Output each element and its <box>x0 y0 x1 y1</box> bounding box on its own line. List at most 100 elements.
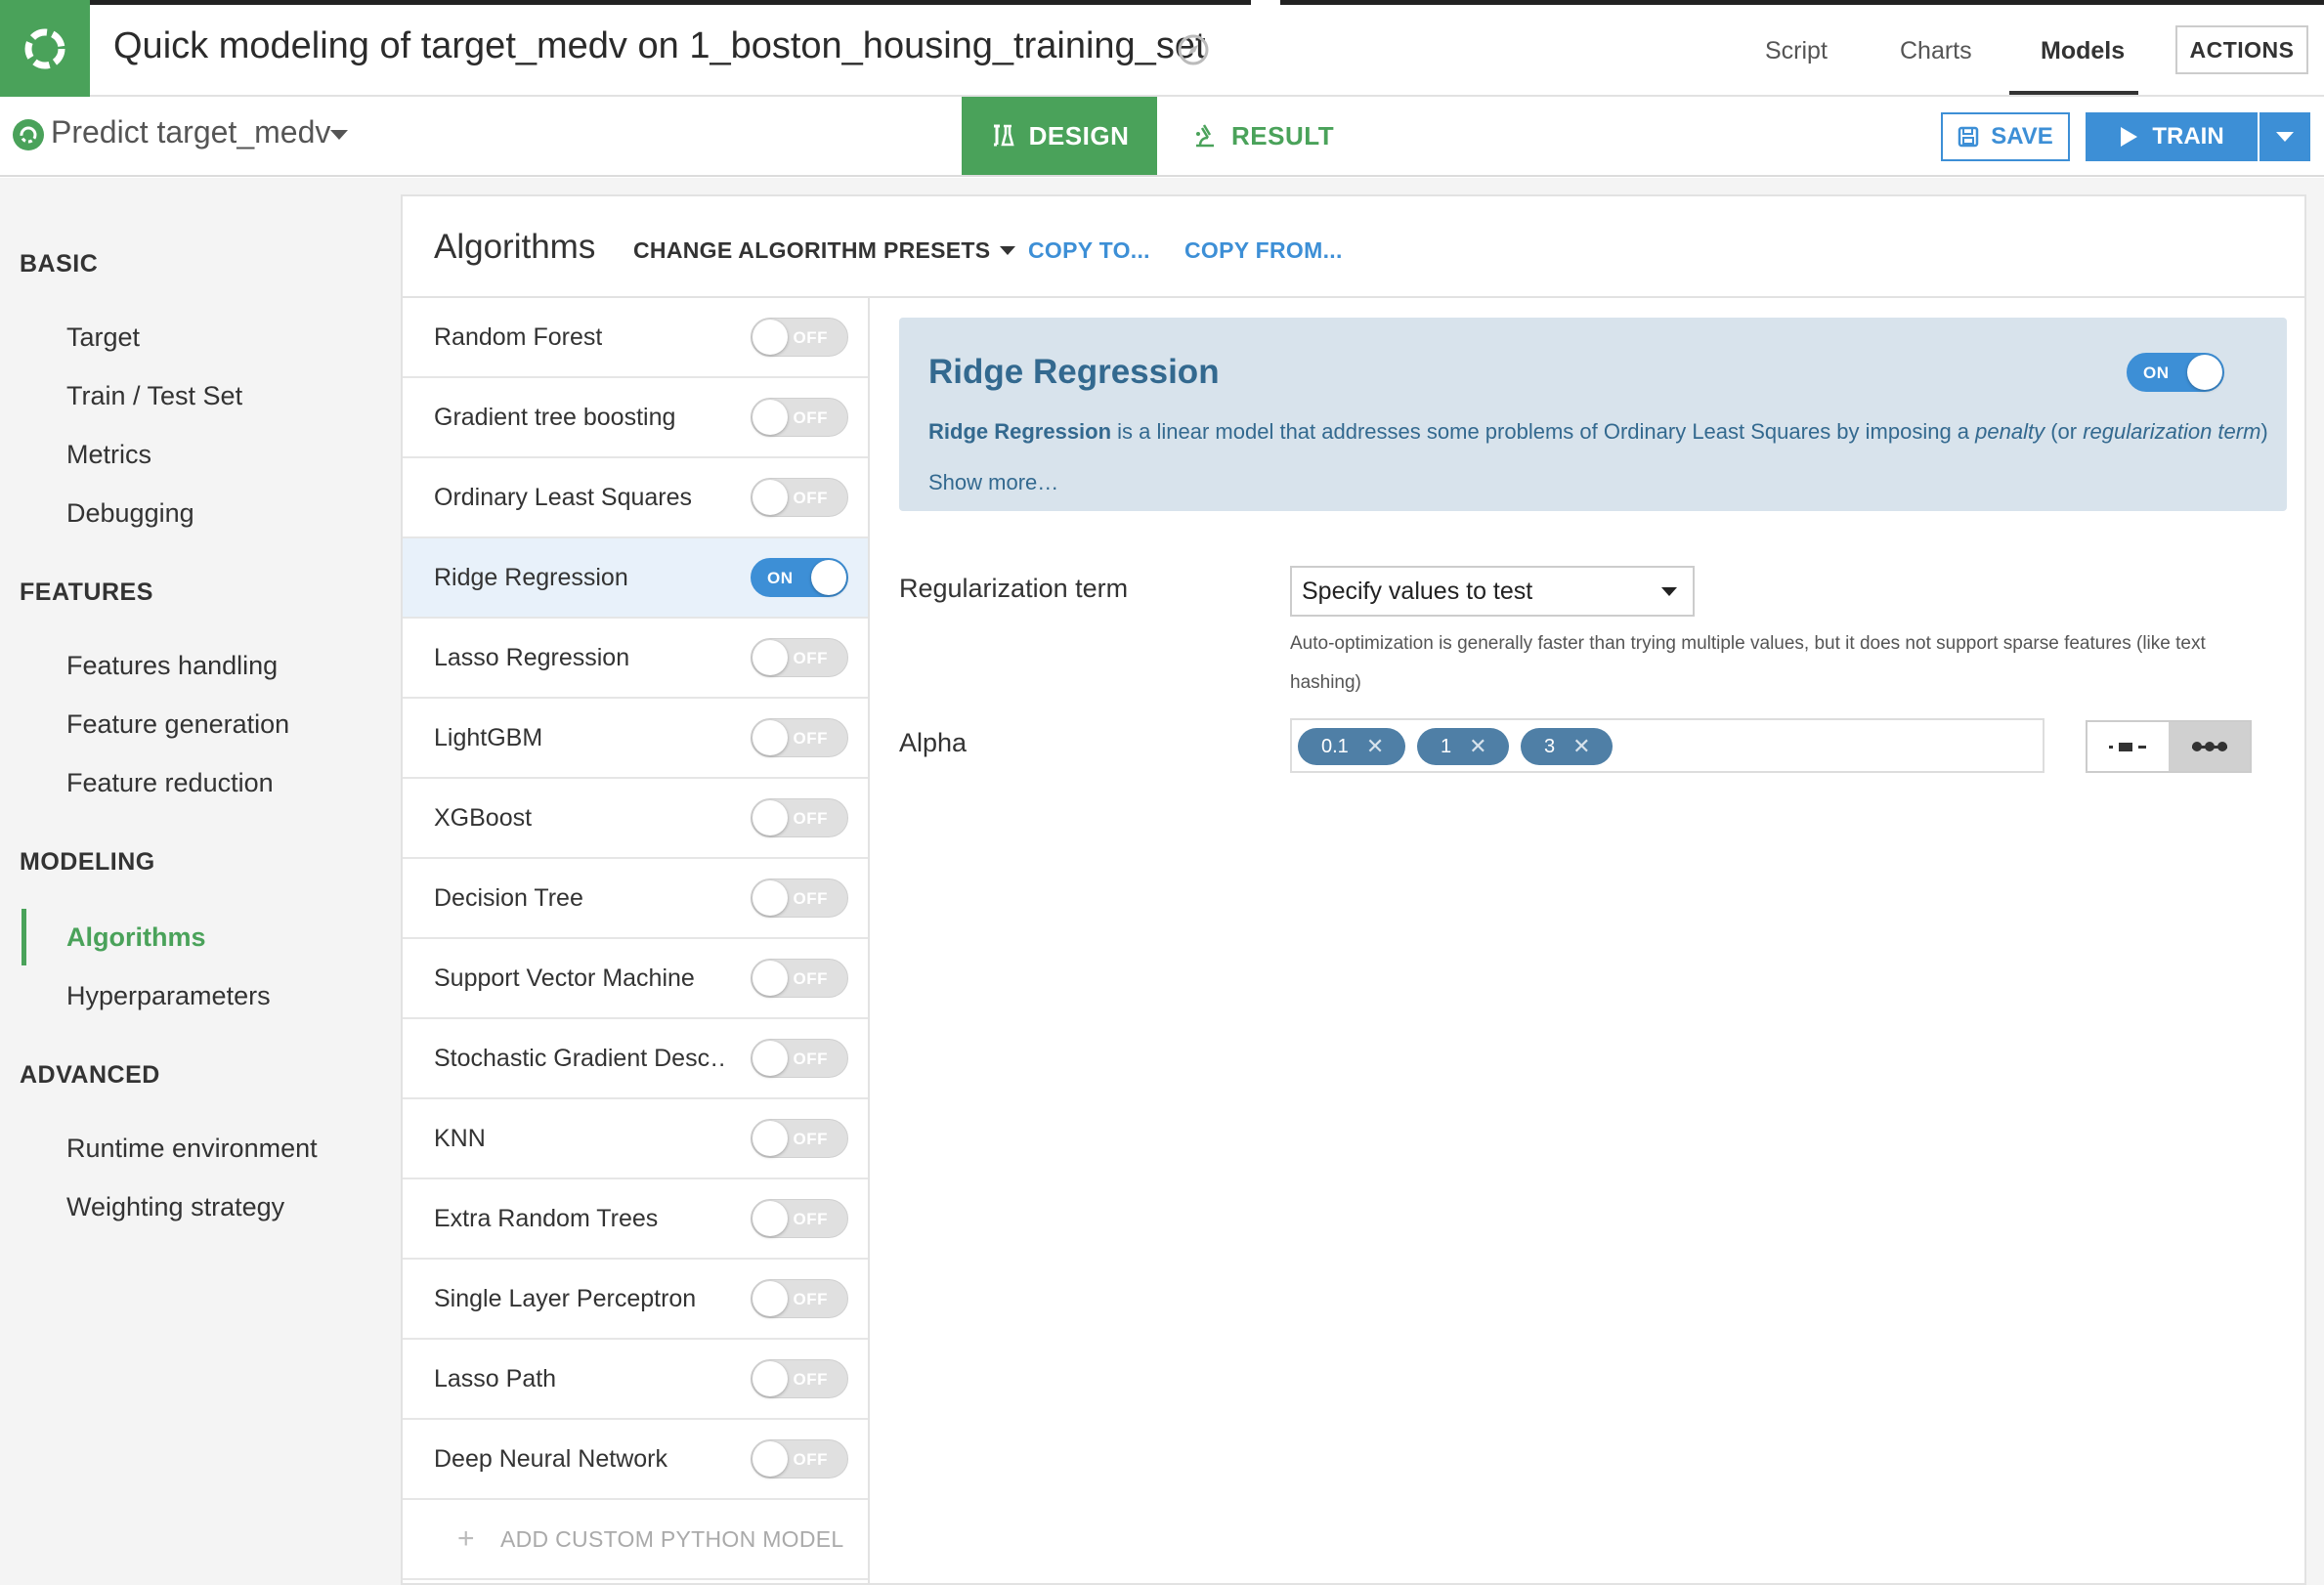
algorithm-toggle[interactable]: OFF <box>751 959 848 998</box>
algorithm-presets-dropdown[interactable]: CHANGE ALGORITHM PRESETS <box>633 237 1016 264</box>
tab-design[interactable]: DESIGN <box>962 97 1157 175</box>
microscope-icon <box>1196 124 1214 148</box>
alpha-tag: 1 ✕ <box>1417 728 1509 765</box>
algorithm-toggle[interactable]: OFF <box>751 1279 848 1318</box>
save-button[interactable]: SAVE <box>1941 112 2070 161</box>
toggle-state-label: OFF <box>793 649 828 667</box>
algorithm-toggle[interactable]: OFF <box>751 318 848 357</box>
sidebar-item-target[interactable]: Target <box>66 322 140 353</box>
toggle-knob <box>753 1041 788 1076</box>
algorithm-toggle[interactable]: OFF <box>751 638 848 677</box>
logo-icon <box>24 28 65 68</box>
toggle-state-label: OFF <box>793 889 828 908</box>
algorithm-row[interactable]: Single Layer Perceptron OFF <box>403 1260 868 1340</box>
algorithm-row[interactable]: Support Vector Machine OFF <box>403 939 868 1019</box>
panel-header: Algorithms CHANGE ALGORITHM PRESETS COPY… <box>403 196 2304 298</box>
copy-to-link[interactable]: COPY TO... <box>1028 237 1150 264</box>
algorithm-name: KNN <box>434 1124 486 1152</box>
toggle-state-label: OFF <box>793 729 828 748</box>
alpha-label: Alpha <box>899 728 968 757</box>
sidebar-item-train-test-set[interactable]: Train / Test Set <box>66 381 242 411</box>
remove-tag-icon[interactable]: ✕ <box>1572 734 1590 759</box>
toggle-state-label: OFF <box>793 1290 828 1308</box>
toggle-knob <box>753 320 788 355</box>
section-modeling: MODELING <box>20 848 155 876</box>
algorithm-row[interactable]: Decision Tree OFF <box>403 859 868 939</box>
algorithm-toggle[interactable]: OFF <box>751 718 848 757</box>
toggle-knob <box>2187 355 2222 390</box>
nav-script[interactable]: Script <box>1765 37 1828 65</box>
algorithm-toggle[interactable]: OFF <box>751 1199 848 1238</box>
algorithm-toggle[interactable]: OFF <box>751 878 848 918</box>
algorithm-name: LightGBM <box>434 723 543 751</box>
alpha-values-input[interactable]: 0.1 ✕ 1 ✕ 3 ✕ <box>1290 718 2044 773</box>
algorithm-title: Ridge Regression <box>928 353 1220 391</box>
sidebar-item-debugging[interactable]: Debugging <box>66 498 194 529</box>
algorithm-row[interactable]: Extra Random Trees OFF <box>403 1179 868 1260</box>
algorithm-row[interactable]: Lasso Path OFF <box>403 1340 868 1420</box>
algorithm-row[interactable]: Gradient tree boosting OFF <box>403 378 868 458</box>
regularization-label: Regularization term <box>899 574 1129 603</box>
algorithm-toggle[interactable]: OFF <box>751 1039 848 1078</box>
sidebar-item-algorithms[interactable]: Algorithms <box>66 922 206 953</box>
show-more-link[interactable]: Show more… <box>928 470 1058 495</box>
panel-title: Algorithms <box>434 228 596 266</box>
actions-button[interactable]: ACTIONS <box>2175 25 2308 74</box>
train-options-button[interactable] <box>2259 112 2310 161</box>
tab-result[interactable]: RESULT <box>1190 97 1347 175</box>
toggle-knob <box>753 1201 788 1236</box>
sidebar-item-hyperparameters[interactable]: Hyperparameters <box>66 981 271 1011</box>
algorithm-toggle[interactable]: OFF <box>751 798 848 837</box>
algorithm-row[interactable]: Deep Neural Network OFF <box>403 1420 868 1500</box>
algorithm-row[interactable]: Stochastic Gradient Desc… OFF <box>403 1019 868 1099</box>
app-logo[interactable] <box>0 0 90 97</box>
caret-down-icon <box>1661 587 1677 596</box>
sidebar-item-metrics[interactable]: Metrics <box>66 440 151 470</box>
remove-tag-icon[interactable]: ✕ <box>1366 734 1384 759</box>
sidebar-item-feature-generation[interactable]: Feature generation <box>66 709 289 740</box>
toggle-state-label: OFF <box>793 1050 828 1068</box>
algorithm-toggle[interactable]: ON <box>751 558 848 597</box>
algorithm-row[interactable]: Random Forest OFF <box>403 298 868 378</box>
algorithm-name: Ordinary Least Squares <box>434 483 693 511</box>
explicit-values-mode-button[interactable] <box>2169 722 2250 771</box>
algorithm-row[interactable]: XGBoost OFF <box>403 779 868 859</box>
compass-icon[interactable] <box>1177 33 1210 66</box>
train-button[interactable]: TRAIN <box>2086 112 2258 161</box>
nav-models[interactable]: Models <box>2041 37 2125 65</box>
remove-tag-icon[interactable]: ✕ <box>1469 734 1486 759</box>
add-custom-model-button[interactable]: + ADD CUSTOM PYTHON MODEL <box>403 1500 868 1580</box>
analysis-name[interactable]: Predict target_medv <box>51 114 330 150</box>
sidebar-item-weighting-strategy[interactable]: Weighting strategy <box>66 1192 284 1222</box>
toggle-knob <box>753 1121 788 1156</box>
toggle-state-label: OFF <box>793 489 828 507</box>
algorithm-name: Single Layer Perceptron <box>434 1284 697 1312</box>
alpha-tag: 3 ✕ <box>1521 728 1613 765</box>
range-mode-button[interactable] <box>2087 722 2169 771</box>
algorithm-row[interactable]: KNN OFF <box>403 1099 868 1179</box>
tab-result-label: RESULT <box>1231 120 1335 150</box>
algorithm-toggle[interactable]: OFF <box>751 478 848 517</box>
sidebar-item-runtime-environment[interactable]: Runtime environment <box>66 1134 318 1164</box>
algorithm-row[interactable]: Ordinary Least Squares OFF <box>403 458 868 538</box>
algorithm-row[interactable]: LightGBM OFF <box>403 699 868 779</box>
toggle-state-label: ON <box>2143 364 2170 382</box>
algorithm-toggle[interactable]: OFF <box>751 1439 848 1478</box>
description-text-2: (or <box>2044 419 2084 444</box>
toggle-knob <box>753 800 788 835</box>
toggle-state-label: OFF <box>793 328 828 347</box>
sidebar-item-features-handling[interactable]: Features handling <box>66 651 278 681</box>
toggle-state-label: OFF <box>793 809 828 828</box>
algorithm-toggle[interactable]: OFF <box>751 1359 848 1398</box>
algorithm-row[interactable]: Ridge Regression ON <box>403 538 868 619</box>
analysis-dropdown-caret[interactable] <box>330 130 348 140</box>
algorithm-toggle[interactable]: OFF <box>751 398 848 437</box>
algorithm-enable-toggle[interactable]: ON <box>2127 353 2224 392</box>
copy-from-link[interactable]: COPY FROM... <box>1184 237 1343 264</box>
sidebar-item-feature-reduction[interactable]: Feature reduction <box>66 768 274 798</box>
algorithm-row[interactable]: Lasso Regression OFF <box>403 619 868 699</box>
algorithm-toggle[interactable]: OFF <box>751 1119 848 1158</box>
nav-charts[interactable]: Charts <box>1900 37 1972 65</box>
algorithms-panel: Algorithms CHANGE ALGORITHM PRESETS COPY… <box>401 194 2306 1585</box>
regularization-select[interactable]: Specify values to test <box>1290 566 1695 617</box>
